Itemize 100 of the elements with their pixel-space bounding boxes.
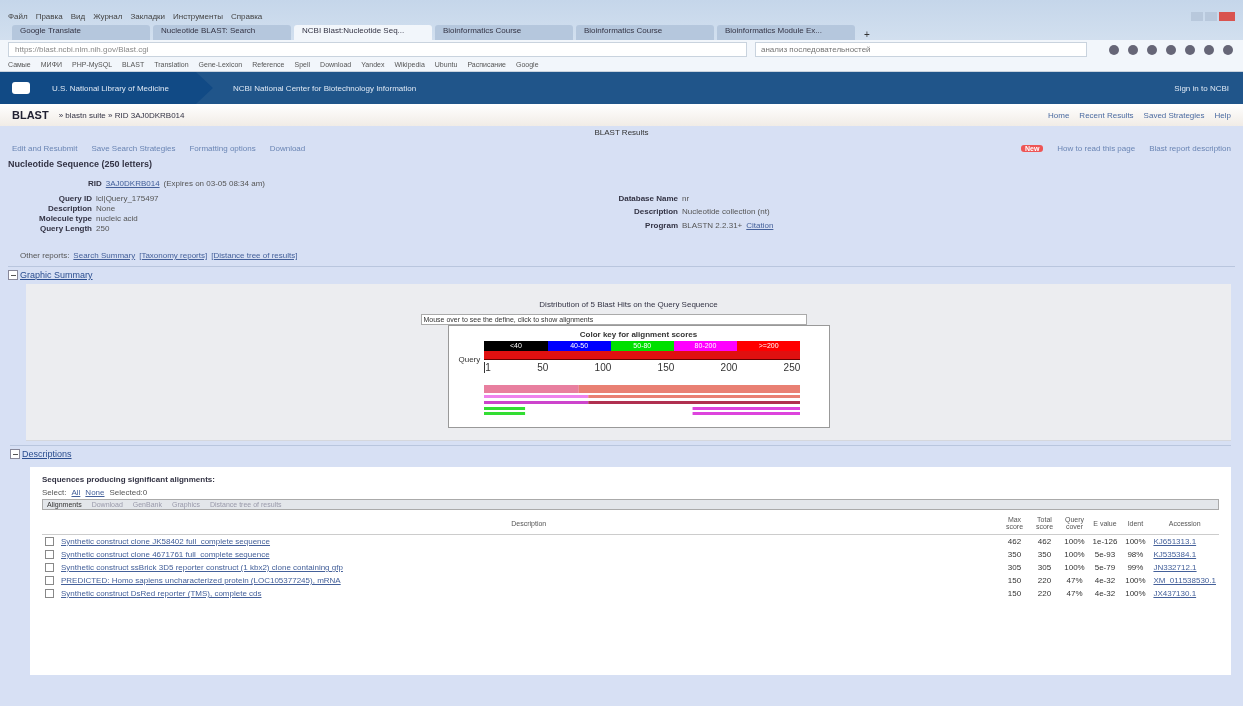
breadcrumb: » blastn suite » RID 3AJ0DKRB014 <box>58 110 185 120</box>
ncbi-link[interactable]: NCBI National Center for Biotechnology Information <box>232 83 417 93</box>
table-cell: 100% <box>1064 563 1085 572</box>
field-label: Molecule type <box>38 214 92 223</box>
axis-tick: 1 <box>485 362 491 373</box>
nav-link[interactable]: Recent Results <box>1079 110 1134 120</box>
query-title: Nucleotide Sequence (250 letters) <box>8 159 154 169</box>
accession-link[interactable]: JX437130.1 <box>1153 589 1197 598</box>
row-checkbox[interactable] <box>45 576 54 585</box>
field-value: lcl|Query_175497 <box>96 194 160 203</box>
descriptions-heading: Sequences producing significant alignments: <box>42 475 216 484</box>
browser-tab[interactable]: NCBI Blast:Nucleotide Seq... <box>294 25 432 40</box>
axis-tick: 250 <box>783 362 801 373</box>
table-cell: 150 <box>1007 576 1022 585</box>
description-link[interactable]: Synthetic construct DsRed reporter (TMS), complete cds <box>61 589 262 598</box>
row-checkbox[interactable] <box>45 537 54 546</box>
field-label: RID <box>88 179 102 188</box>
select-link[interactable]: None <box>85 488 105 497</box>
description-link[interactable]: Synthetic construct clone 4671761 full_complete sequence <box>61 550 270 559</box>
toggle-icon[interactable] <box>10 449 20 459</box>
field-value: None <box>96 204 117 213</box>
accession-link[interactable]: JN332712.1 <box>1153 563 1197 572</box>
menu-item[interactable]: Закладки <box>130 11 165 21</box>
browser-tab[interactable]: Nucleotide BLAST: Search <box>153 25 291 40</box>
table-cell: 150 <box>1007 589 1022 598</box>
axis-tick: 150 <box>657 362 675 373</box>
menu-item[interactable]: Файл <box>8 11 28 21</box>
field-label: Description <box>633 207 678 219</box>
browser-tab[interactable]: Bioinformatics Course <box>435 25 573 40</box>
hit-bars-drawing[interactable] <box>484 385 801 415</box>
row-checkbox[interactable] <box>45 550 54 559</box>
table-cell: 5e-79 <box>1094 563 1116 572</box>
key-title: Color key for alignment scores <box>578 330 699 339</box>
section-link[interactable]: Graphic Summary <box>20 270 93 280</box>
nav-link[interactable]: Home <box>1048 110 1070 120</box>
select-label: Selected:0 <box>109 488 148 497</box>
expiry-note: (Expires on 03-05 08:34 am) <box>163 179 265 188</box>
accession-link[interactable]: XM_011538530.1 <box>1153 576 1216 585</box>
nav-link[interactable]: Help <box>1214 110 1231 120</box>
menu-item[interactable]: Вид <box>70 11 86 21</box>
browser-tab[interactable]: Google Translate <box>12 25 150 40</box>
menu-item[interactable]: Журнал <box>93 11 123 21</box>
description-link[interactable]: Synthetic construct ssBrick 3D5 reporter construct (1 kbx2) clone containing gfp <box>61 563 343 572</box>
browser-tab[interactable]: Bioinformatics Course <box>576 25 714 40</box>
accession-link[interactable]: KJ651313.1 <box>1153 537 1197 546</box>
other-reports-label: Other reports: <box>20 251 70 260</box>
field-value: BLASTN 2.2.31+ <box>682 220 743 232</box>
search-field[interactable]: анализ последовательностей <box>755 42 1087 57</box>
table-cell: 98% <box>1127 550 1144 559</box>
table-cell: 5e-93 <box>1094 550 1116 559</box>
table-cell: 462 <box>1037 537 1052 546</box>
address-bar[interactable]: https://blast.ncbi.nlm.nih.gov/Blast.cgi <box>8 42 747 57</box>
axis-tick: 100 <box>594 362 612 373</box>
window-controls-icon[interactable] <box>1191 11 1235 21</box>
report-link[interactable]: [Distance tree of results] <box>211 251 298 260</box>
accession-link[interactable]: KJ535384.1 <box>1153 550 1197 559</box>
menu-item[interactable]: Инструменты <box>173 11 223 21</box>
field-value: nucleic acid <box>96 214 139 223</box>
table-cell: 350 <box>1037 550 1052 559</box>
description-link[interactable]: PREDICTED: Homo sapiens uncharacterized protein (LOC105377245), mRNA <box>61 576 341 585</box>
field-label: Query Length <box>39 224 92 233</box>
field-label: Database Name <box>617 194 678 205</box>
report-link[interactable]: [Taxonomy reports] <box>139 251 208 260</box>
ncbi-logo-icon[interactable] <box>12 82 30 94</box>
field-value: 250 <box>96 224 111 233</box>
nav-link[interactable]: Saved Strategies <box>1143 110 1205 120</box>
rid-link[interactable]: 3AJ0DKRB014 <box>105 179 160 188</box>
select-link[interactable]: All <box>71 488 81 497</box>
nlm-link[interactable]: U.S. National Library of Medicine <box>52 83 169 93</box>
menu-item[interactable]: Правка <box>35 11 63 21</box>
section-link[interactable]: Descriptions <box>22 449 72 459</box>
citation-link[interactable]: Citation <box>746 220 774 233</box>
table-cell: 350 <box>1007 550 1022 559</box>
browser-tab[interactable]: Bioinformatics Module Ex... <box>717 25 855 40</box>
table-cell: 305 <box>1037 563 1052 572</box>
menu-item[interactable]: Справка <box>230 11 263 21</box>
sign-in-link[interactable]: Sign in to NCBI <box>1174 83 1229 93</box>
new-tab-button[interactable]: + <box>858 29 876 40</box>
table-cell: 4e-32 <box>1094 589 1116 598</box>
table-cell: 305 <box>1007 563 1022 572</box>
blast-logo[interactable]: BLAST <box>12 109 49 121</box>
field-label: Query ID <box>57 194 92 203</box>
axis-tick: 200 <box>720 362 738 373</box>
table-cell: 99% <box>1127 563 1144 572</box>
report-link[interactable]: Search Summary <box>73 251 136 260</box>
table-cell: 100% <box>1125 537 1146 546</box>
page-title: BLAST Results <box>593 127 650 139</box>
field-label: Program <box>644 220 678 232</box>
table-cell: 100% <box>1125 576 1146 585</box>
axis-tick: 50 <box>537 362 549 373</box>
description-link[interactable]: Synthetic construct clone JK58402 full_complete sequence <box>61 537 270 546</box>
field-value: Nucleotide collection (nt) <box>682 207 770 219</box>
row-checkbox[interactable] <box>45 589 54 598</box>
toggle-icon[interactable] <box>8 270 18 280</box>
row-checkbox[interactable] <box>45 563 54 572</box>
field-label: Description <box>47 204 92 213</box>
table-cell: 100% <box>1064 537 1085 546</box>
graphic-title: Distribution of 5 Blast Hits on the Query Sequence <box>539 300 718 309</box>
table-cell: 220 <box>1037 576 1052 585</box>
query-label: Query <box>458 355 481 366</box>
